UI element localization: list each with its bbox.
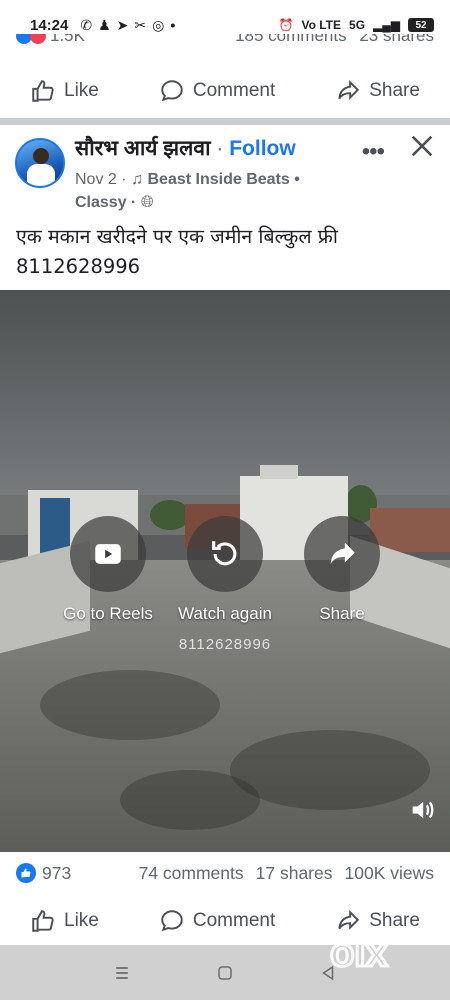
previous-shares-count[interactable]: 23 shares — [359, 34, 434, 45]
watch-again-button[interactable] — [187, 516, 263, 592]
whatsapp-icon: ✆ — [80, 16, 93, 33]
love-reaction-icon — [30, 34, 46, 44]
likes-count[interactable]: 973 — [42, 863, 71, 884]
post-divider — [0, 118, 450, 125]
olx-watermark-text: olx — [330, 931, 388, 975]
video-share-button[interactable] — [304, 516, 380, 592]
signal-5g-label: 5G — [349, 18, 366, 32]
reels-icon — [95, 544, 121, 564]
previous-like-button[interactable]: Like — [30, 78, 99, 104]
previous-comments-count[interactable]: 185 comments — [235, 34, 347, 45]
post-header: सौरभ आर्य झलवा · Follow Nov 2 · ♫ Beast … — [0, 130, 450, 215]
views-count: 100K views — [344, 862, 435, 883]
tool-icon: ✂ — [134, 16, 147, 33]
post-meta: Nov 2 · ♫ Beast Inside Beats • Classy · … — [75, 168, 345, 214]
like-reaction-icon — [16, 863, 36, 883]
thumbs-up-icon — [32, 80, 54, 102]
previous-post-counts: 1.5K 185 comments 23 shares — [0, 34, 450, 54]
snapchat-icon: ♟ — [98, 16, 111, 33]
signal-icon: ▂▄▆ — [373, 18, 400, 32]
author-separator: · — [216, 137, 224, 160]
dot-icon: • — [170, 17, 176, 33]
alarm-icon: ⏰ — [278, 18, 294, 32]
olx-watermark-logo: olx — [326, 928, 422, 977]
author-name[interactable]: सौरभ आर्य झलवा — [75, 137, 211, 160]
like-button[interactable]: Like — [30, 908, 99, 934]
thumbs-up-icon — [32, 910, 54, 932]
engagement-counts: 973 74 comments 17 shares 100K views — [0, 858, 450, 888]
more-options-icon[interactable]: ••• — [362, 138, 385, 166]
post-date[interactable]: Nov 2 · — [75, 171, 127, 188]
go-to-reels-button[interactable] — [70, 516, 146, 592]
caption-phone: 8112628996 — [16, 255, 141, 278]
video-share-label: Share — [319, 604, 365, 623]
video-watermark-phone: 8112628996 — [178, 636, 272, 653]
post-caption: एक मकान खरीदने पर एक जमीन बिल्कुल फ्री 8… — [16, 222, 436, 282]
comment-button[interactable]: Comment — [159, 908, 275, 934]
music-note-icon: ♫ — [131, 171, 144, 188]
comments-count[interactable]: 74 comments — [139, 863, 244, 884]
author-line: सौरभ आर्य झलवा · Follow — [75, 134, 296, 162]
notification-icons: ✆ ♟ ➤ ✂ ◎ • — [80, 17, 175, 34]
music-title-line2[interactable]: Classy · — [75, 194, 136, 211]
follow-button[interactable]: Follow — [229, 137, 296, 160]
previous-comment-button[interactable]: Comment — [159, 78, 275, 104]
system-icons: ⏰ Vo LTE 5G ▂▄▆ 52 — [278, 18, 434, 32]
previous-post-action-bar: Like Comment Share — [0, 63, 450, 119]
previous-share-button[interactable]: Share — [335, 78, 420, 104]
close-icon[interactable] — [408, 132, 436, 160]
globe-icon: 🌐︎ — [140, 194, 154, 211]
share-arrow-icon — [330, 542, 355, 564]
status-time: 14:24 — [30, 16, 69, 34]
home-icon[interactable] — [213, 961, 237, 985]
caption-line-1: एक मकान खरीदने पर एक जमीन बिल्कुल फ्री — [16, 225, 338, 248]
share-arrow-icon — [338, 79, 360, 100]
battery-icon: 52 — [408, 18, 434, 32]
telegram-icon: ➤ — [116, 16, 129, 33]
replay-icon — [212, 541, 237, 566]
instagram-icon: ◎ — [152, 16, 165, 33]
author-avatar[interactable] — [15, 138, 65, 188]
comment-icon — [161, 910, 183, 932]
video-player[interactable]: Go to Reels Watch again Share 8112628996 — [0, 290, 450, 852]
recent-apps-icon[interactable] — [110, 961, 134, 985]
comment-icon — [161, 80, 183, 102]
volume-icon[interactable] — [408, 796, 436, 824]
music-title[interactable]: Beast Inside Beats • — [147, 171, 299, 188]
volte-label: Vo LTE — [301, 18, 342, 32]
previous-reactions-count: 1.5K — [50, 34, 85, 45]
shares-count[interactable]: 17 shares — [256, 863, 333, 884]
